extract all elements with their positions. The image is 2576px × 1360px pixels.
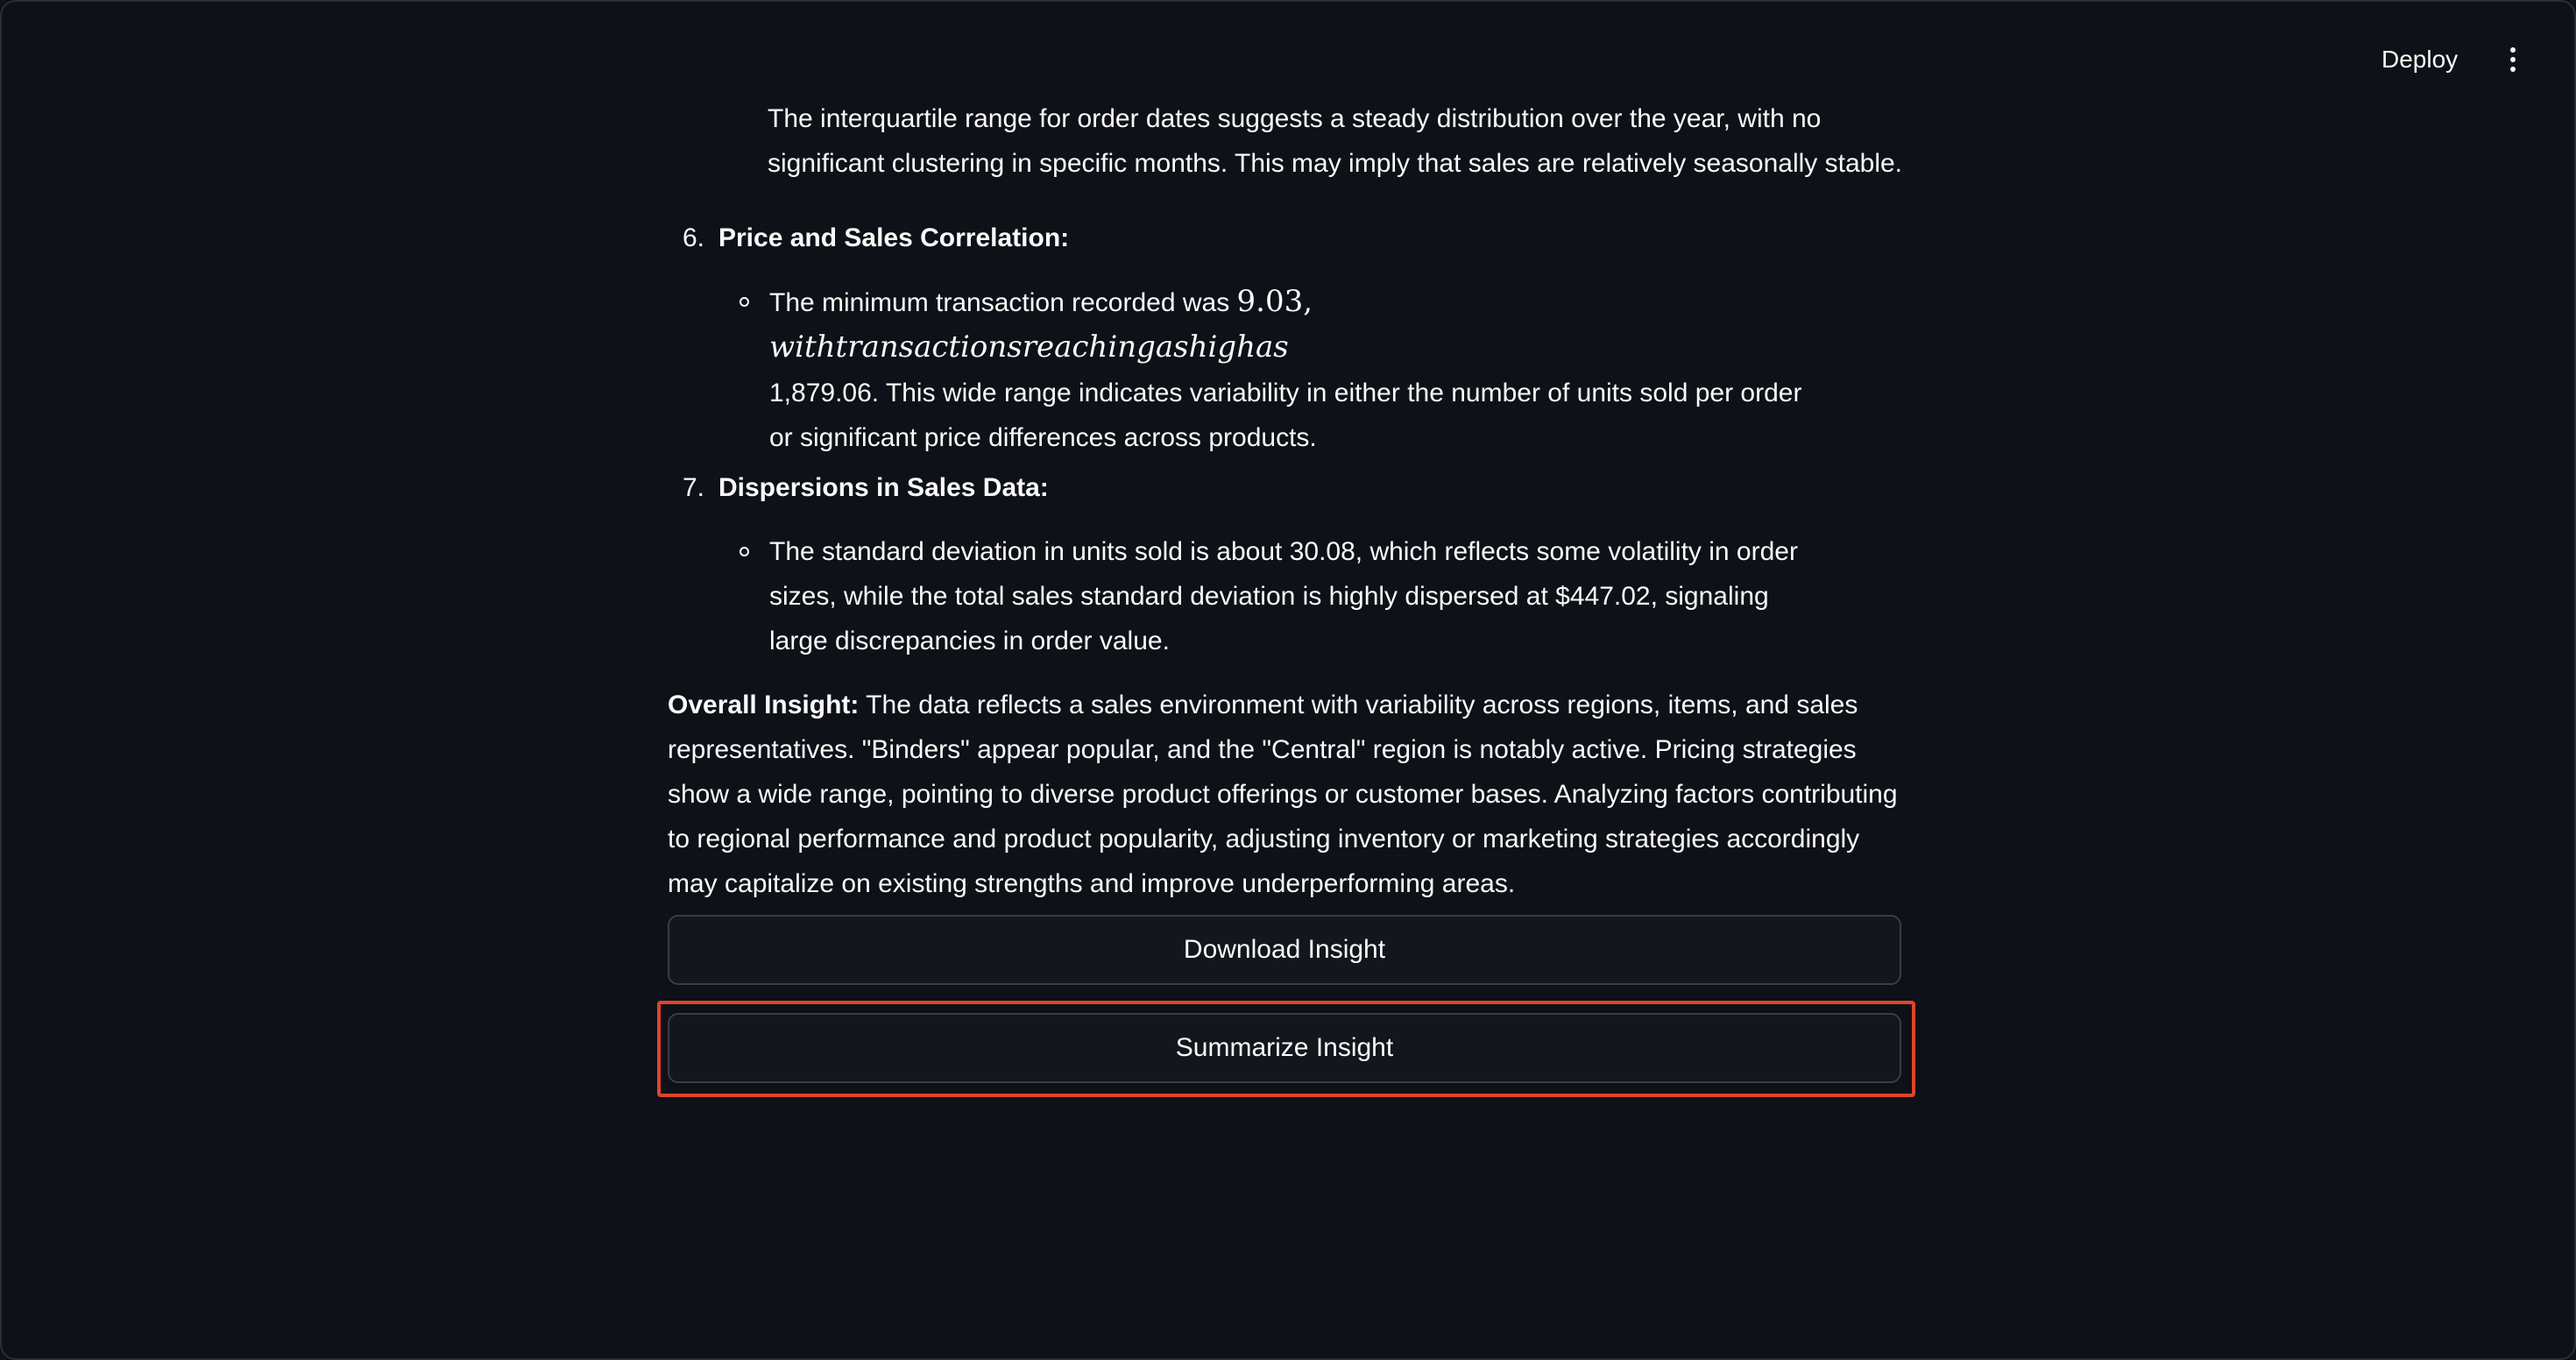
bullet-item: The standard deviation in units sold is … bbox=[718, 529, 1901, 663]
bullet-circle-icon bbox=[718, 529, 769, 663]
bullet-math-italic: withtransactionsreachingashighas bbox=[769, 329, 1289, 365]
list-item-dispersions: 7. Dispersions in Sales Data: bbox=[668, 465, 1901, 510]
bullet-circle-icon bbox=[718, 280, 769, 460]
bullet-text: The minimum transaction recorded was 9.0… bbox=[769, 280, 1803, 460]
overall-insight-label: Overall Insight: bbox=[668, 691, 860, 719]
bullet-text-prefix: The minimum transaction recorded was bbox=[769, 288, 1237, 317]
app-window: The interquartile range for order dates … bbox=[0, 0, 2576, 1360]
main-menu-button[interactable] bbox=[2490, 37, 2536, 82]
kebab-dot bbox=[2510, 67, 2516, 72]
list-number: 7. bbox=[682, 473, 704, 502]
overall-insight: Overall Insight: The data reflects a sal… bbox=[668, 683, 1901, 906]
overall-insight-text: The data reflects a sales environment wi… bbox=[668, 691, 1898, 898]
kebab-menu-icon bbox=[2510, 47, 2516, 53]
list-title: Dispersions in Sales Data: bbox=[718, 473, 1049, 502]
bullet-item: The minimum transaction recorded was 9.0… bbox=[718, 280, 1901, 460]
bullet-math: 9.03, bbox=[1236, 284, 1313, 319]
partial-paragraph: The interquartile range for order dates … bbox=[768, 104, 1903, 178]
download-insight-button[interactable]: Download Insight bbox=[668, 915, 1901, 985]
main-content: 6. Price and Sales Correlation: The mini… bbox=[668, 210, 1901, 906]
kebab-dot bbox=[2510, 57, 2516, 62]
list-title: Price and Sales Correlation: bbox=[718, 223, 1070, 252]
bullet-text-suffix: 1,879.06. This wide range indicates vari… bbox=[769, 379, 1802, 452]
bullet-text: The standard deviation in units sold is … bbox=[769, 537, 1798, 655]
list-item-price-correlation: 6. Price and Sales Correlation: bbox=[668, 216, 1901, 260]
deploy-button[interactable]: Deploy bbox=[2364, 37, 2475, 82]
app-header: Deploy bbox=[2, 2, 2574, 105]
summarize-insight-button[interactable]: Summarize Insight bbox=[668, 1013, 1901, 1083]
list-number: 6. bbox=[682, 223, 704, 252]
